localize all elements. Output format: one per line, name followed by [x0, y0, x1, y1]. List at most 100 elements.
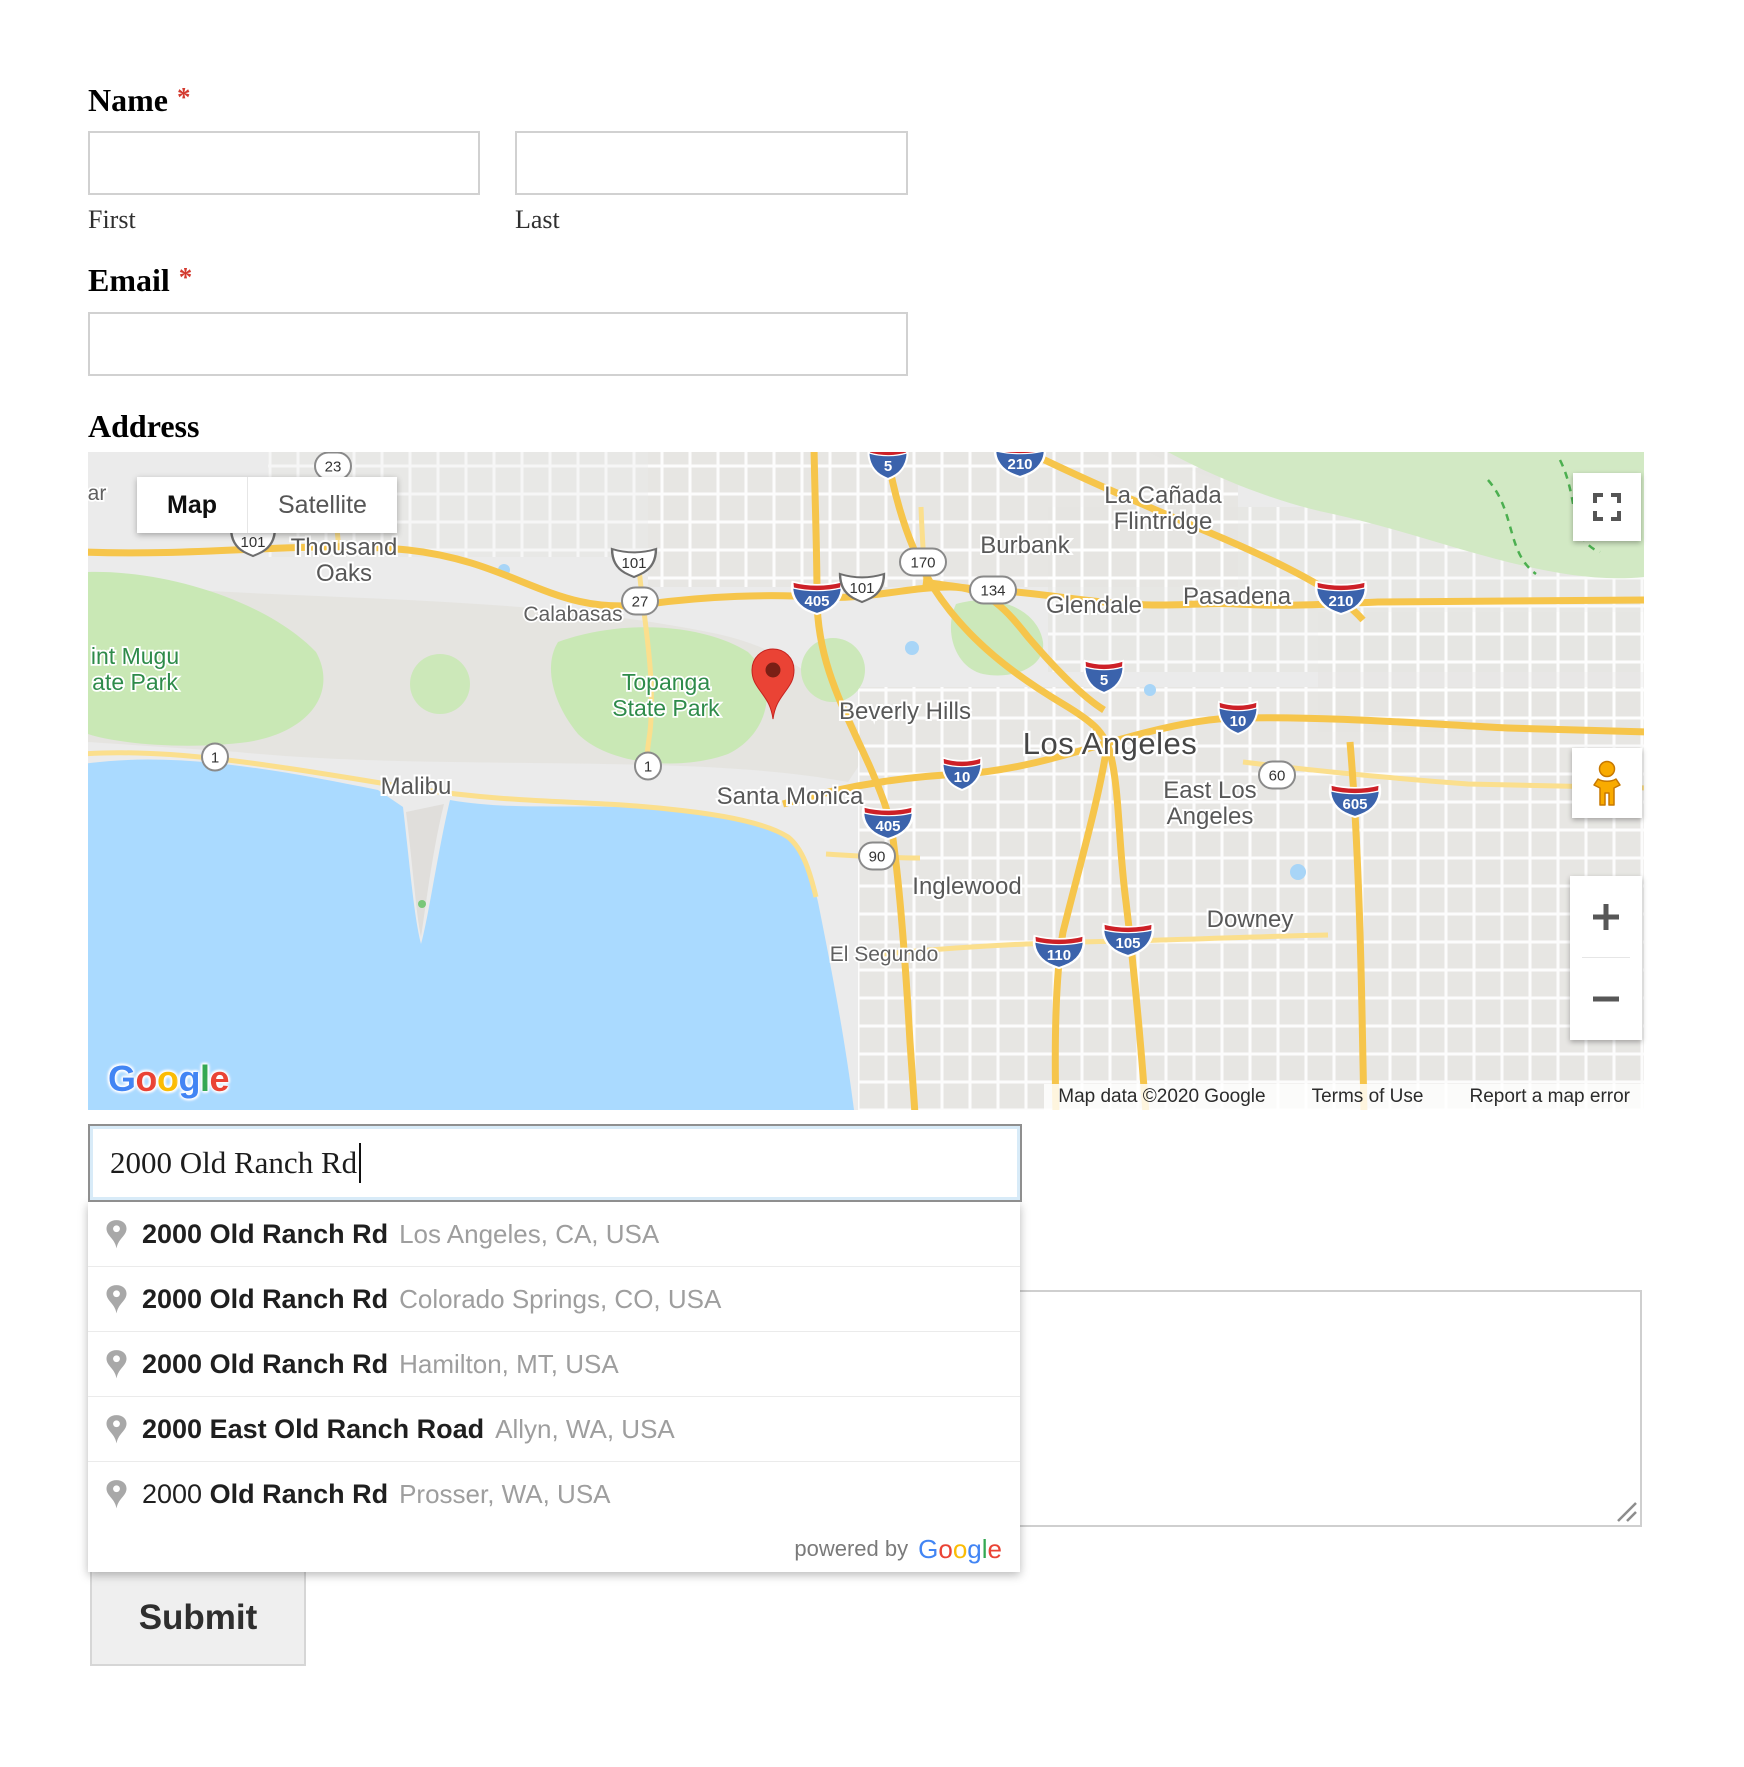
- report-map-error-link[interactable]: Report a map error: [1469, 1086, 1630, 1108]
- address-label: Address: [88, 408, 199, 445]
- powered-by-google: powered by Google: [88, 1526, 1020, 1572]
- route-shield-23: 23: [315, 453, 351, 480]
- address-input-value: 2000 Old Ranch Rd: [110, 1145, 357, 1181]
- pegman-button[interactable]: [1572, 748, 1642, 818]
- svg-text:105: 105: [1115, 935, 1140, 952]
- textarea-resize-grip[interactable]: [1614, 1499, 1638, 1523]
- svg-text:27: 27: [632, 594, 649, 611]
- autocomplete-suggestion[interactable]: 2000 East Old Ranch RoadAllyn, WA, USA: [88, 1396, 1020, 1461]
- svg-text:170: 170: [910, 555, 935, 572]
- route-shield-1: 1: [202, 744, 228, 771]
- terms-of-use-link[interactable]: Terms of Use: [1312, 1086, 1424, 1108]
- autocomplete-suggestion[interactable]: 2000 Old Ranch RdLos Angeles, CA, USA: [88, 1202, 1020, 1266]
- map-label: Pasadena: [1183, 583, 1292, 610]
- map-label: Downey: [1207, 906, 1294, 933]
- svg-text:10: 10: [1230, 713, 1247, 730]
- svg-text:405: 405: [804, 593, 829, 610]
- required-asterisk: *: [179, 262, 193, 292]
- map-label: East LosAngeles: [1163, 777, 1256, 830]
- svg-text:5: 5: [884, 458, 892, 475]
- place-pin-icon: [106, 1349, 127, 1379]
- name-first-input[interactable]: [88, 131, 480, 195]
- zoom-in-button[interactable]: [1570, 876, 1642, 957]
- autocomplete-suggestion[interactable]: 2000 Old Ranch Rd Hamilton, MT, USA: [88, 1331, 1020, 1396]
- map-data-copyright: Map data ©2020 Google: [1058, 1086, 1265, 1108]
- map-label: Los Angeles: [1023, 726, 1197, 761]
- route-shield-90: 90: [859, 843, 895, 870]
- fullscreen-icon: [1591, 491, 1623, 523]
- google-maps-logo[interactable]: Google: [108, 1058, 229, 1100]
- map-label: Glendale: [1046, 592, 1142, 619]
- map-canvas: arThousandOaksCalabasasBurbankLa CañadaF…: [88, 452, 1644, 1110]
- name-last-input[interactable]: [515, 131, 908, 195]
- pegman-icon: [1587, 760, 1627, 806]
- zoom-out-button[interactable]: [1570, 958, 1642, 1039]
- address-input[interactable]: 2000 Old Ranch Rd: [88, 1124, 1022, 1202]
- svg-text:1: 1: [644, 759, 652, 776]
- svg-text:210: 210: [1007, 456, 1032, 473]
- suggestion-main-text: 2000 Old Ranch Rd: [142, 1219, 388, 1250]
- map-label: Malibu: [381, 773, 452, 800]
- map-label: Burbank: [980, 532, 1070, 559]
- email-input[interactable]: [88, 312, 908, 376]
- map-label: Beverly Hills: [839, 698, 971, 725]
- required-asterisk: *: [177, 82, 191, 112]
- map-type-satellite-button[interactable]: Satellite: [247, 477, 397, 533]
- email-field: Email *: [88, 262, 908, 376]
- place-pin-icon: [106, 1219, 127, 1249]
- place-pin-icon: [106, 1414, 127, 1444]
- autocomplete-suggestion[interactable]: 2000 Old Ranch RdColorado Springs, CO, U…: [88, 1266, 1020, 1331]
- route-shield-1: 1: [635, 753, 661, 780]
- map-type-control: Map Satellite: [137, 477, 397, 533]
- route-shield-27: 27: [622, 588, 658, 615]
- suggestion-prefix: 2000: [142, 1479, 210, 1510]
- name-label-row: Name *: [88, 82, 908, 119]
- zoom-control: [1570, 876, 1642, 1040]
- suggestion-main-text: 2000 Old Ranch Rd: [142, 1349, 388, 1380]
- svg-text:110: 110: [1047, 947, 1071, 964]
- svg-text:101: 101: [621, 555, 646, 572]
- map-label: int Muguate Park: [91, 643, 179, 695]
- svg-text:101: 101: [849, 580, 874, 597]
- name-field: Name * First Last: [88, 82, 908, 235]
- autocomplete-suggestion[interactable]: 2000 Old Ranch Rd Prosser, WA, USA: [88, 1461, 1020, 1526]
- map[interactable]: arThousandOaksCalabasasBurbankLa CañadaF…: [88, 452, 1644, 1110]
- powered-by-text: powered by: [794, 1536, 908, 1562]
- email-label-row: Email *: [88, 262, 908, 299]
- route-shield-170: 170: [900, 549, 946, 576]
- email-label: Email: [88, 262, 170, 298]
- text-caret: [359, 1143, 361, 1183]
- map-type-map-button[interactable]: Map: [137, 477, 247, 533]
- place-pin-icon: [106, 1284, 127, 1314]
- route-shield-134: 134: [970, 577, 1016, 604]
- name-first-sublabel: First: [88, 205, 480, 235]
- suggestion-main-text: Old Ranch Rd: [210, 1479, 389, 1510]
- minus-icon: [1591, 984, 1621, 1014]
- plus-icon: [1591, 902, 1621, 932]
- map-label: TopangaState Park: [612, 669, 720, 721]
- route-shield-60: 60: [1259, 762, 1295, 789]
- svg-text:10: 10: [954, 769, 971, 786]
- map-label: La CañadaFlintridge: [1104, 482, 1222, 535]
- name-label: Name: [88, 82, 168, 118]
- svg-text:90: 90: [869, 849, 886, 866]
- suggestion-secondary-text: Colorado Springs, CO, USA: [399, 1284, 721, 1315]
- name-last-sublabel: Last: [515, 205, 908, 235]
- svg-text:101: 101: [240, 534, 265, 551]
- map-label: Santa Monica: [717, 783, 864, 810]
- svg-text:134: 134: [980, 583, 1005, 600]
- submit-button[interactable]: Submit: [90, 1570, 306, 1666]
- place-pin-icon: [106, 1479, 127, 1509]
- svg-text:210: 210: [1328, 593, 1353, 610]
- map-attribution: Map data ©2020 Google Terms of Use Repor…: [1044, 1084, 1644, 1110]
- svg-text:605: 605: [1342, 796, 1367, 813]
- map-label: Inglewood: [912, 873, 1021, 900]
- svg-text:23: 23: [325, 459, 342, 476]
- svg-text:1: 1: [211, 750, 219, 767]
- suggestion-secondary-text: Hamilton, MT, USA: [399, 1349, 619, 1380]
- google-logo: Google: [918, 1534, 1002, 1565]
- map-label: Calabasas: [523, 603, 622, 626]
- suggestion-secondary-text: Prosser, WA, USA: [399, 1479, 610, 1510]
- svg-text:60: 60: [1269, 768, 1286, 785]
- fullscreen-button[interactable]: [1573, 473, 1641, 541]
